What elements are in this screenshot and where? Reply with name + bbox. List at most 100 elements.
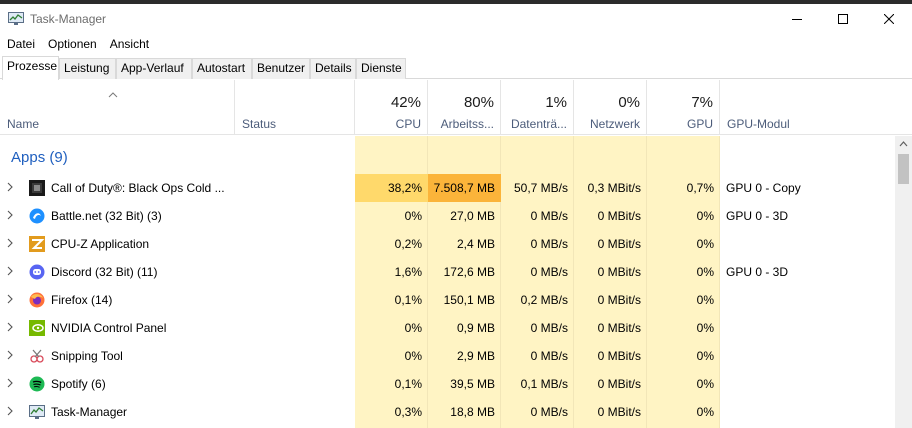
close-button[interactable] — [866, 8, 912, 30]
chevron-right-icon[interactable] — [7, 238, 13, 248]
header-network-label: Netzwerk — [589, 117, 640, 131]
chevron-right-icon[interactable] — [7, 406, 13, 416]
process-status — [235, 398, 355, 426]
nvidia-icon — [29, 320, 45, 336]
header-memory-percent: 80% — [463, 94, 494, 111]
header-gpu-label: GPU — [686, 117, 713, 131]
header-cpu-percent: 42% — [390, 94, 421, 111]
tab-details[interactable]: Details — [310, 58, 356, 79]
chevron-right-icon[interactable] — [7, 182, 13, 192]
process-memory: 2,4 MB — [456, 237, 495, 251]
header-disk[interactable]: 1% Datenträ... — [501, 80, 574, 135]
header-cpu[interactable]: 42% CPU — [355, 80, 428, 135]
process-memory: 39,5 MB — [450, 377, 495, 391]
menu-ansicht[interactable]: Ansicht — [103, 35, 155, 53]
tab-autostart[interactable]: Autostart — [192, 58, 252, 79]
process-status — [235, 286, 355, 314]
process-gpu-engine: GPU 0 - Copy — [726, 181, 801, 195]
chevron-right-icon[interactable] — [7, 266, 13, 276]
chevron-right-icon[interactable] — [7, 350, 13, 360]
header-cpu-label: CPU — [395, 117, 421, 131]
table-row[interactable]: Firefox (14) 0,1% 150,1 MB 0,2 MB/s 0 MBit/s… — [0, 286, 895, 314]
process-status — [235, 174, 355, 202]
process-name: Spotify (6) — [51, 377, 106, 391]
process-disk: 0 MB/s — [530, 265, 568, 279]
header-gpu-engine[interactable]: GPU-Modul — [720, 80, 895, 135]
table-row[interactable]: Snipping Tool 0% 2,9 MB 0 MB/s 0 MBit/s 0% — [0, 342, 895, 370]
process-cpu: 0,3% — [394, 405, 422, 419]
menu-optionen[interactable]: Optionen — [41, 35, 103, 53]
chevron-right-icon[interactable] — [7, 294, 13, 304]
process-disk: 0,1 MB/s — [520, 377, 568, 391]
process-network: 0 MBit/s — [597, 321, 641, 335]
process-name: NVIDIA Control Panel — [51, 321, 167, 335]
header-status[interactable]: Status — [235, 80, 355, 135]
firefox-icon — [29, 292, 45, 308]
process-disk: 50,7 MB/s — [513, 181, 568, 195]
snipping-tool-icon — [29, 348, 45, 364]
process-cpu: 0,2% — [394, 237, 422, 251]
taskmanager-icon — [29, 404, 45, 420]
table-row[interactable]: NVIDIA Control Panel 0% 0,9 MB 0 MB/s 0 MBit… — [0, 314, 895, 342]
process-status — [235, 202, 355, 230]
cpuz-icon — [29, 236, 45, 252]
table-row[interactable]: Call of Duty®: Black Ops Cold ... 38,2% 7.… — [0, 174, 895, 202]
chevron-right-icon[interactable] — [7, 378, 13, 388]
chevron-right-icon[interactable] — [7, 322, 13, 332]
process-network: 0 MBit/s — [597, 209, 641, 223]
process-name: Call of Duty®: Black Ops Cold ... — [51, 181, 225, 195]
process-memory: 18,8 MB — [450, 405, 495, 419]
process-status — [235, 370, 355, 398]
spotify-icon — [29, 376, 45, 392]
menu-bar: Datei Optionen Ansicht — [0, 35, 155, 53]
header-network[interactable]: 0% Netzwerk — [574, 80, 647, 135]
process-disk: 0 MB/s — [530, 321, 568, 335]
vertical-scrollbar[interactable] — [895, 136, 912, 428]
close-icon — [884, 14, 894, 24]
header-memory[interactable]: 80% Arbeitss... — [428, 80, 501, 135]
process-network: 0 MBit/s — [597, 293, 641, 307]
table-row[interactable]: Discord (32 Bit) (11) 1,6% 172,6 MB 0 MB/s 0… — [0, 258, 895, 286]
process-disk: 0 MB/s — [530, 405, 568, 419]
maximize-icon — [838, 14, 848, 24]
process-gpu-engine: GPU 0 - 3D — [726, 265, 789, 279]
tab-leistung[interactable]: Leistung — [59, 58, 116, 79]
chevron-right-icon[interactable] — [7, 210, 13, 220]
scroll-up-icon[interactable] — [899, 141, 908, 147]
tab-dienste[interactable]: Dienste — [356, 58, 406, 79]
minimize-button[interactable] — [774, 8, 820, 30]
maximize-button[interactable] — [820, 8, 866, 30]
table-row[interactable]: Task-Manager 0,3% 18,8 MB 0 MB/s 0 MBit/s 0% — [0, 398, 895, 426]
header-memory-label: Arbeitss... — [440, 117, 494, 131]
process-gpu: 0% — [696, 293, 714, 307]
process-gpu: 0% — [696, 349, 714, 363]
process-gpu: 0% — [696, 265, 714, 279]
title-bar[interactable]: Task-Manager — [0, 4, 912, 32]
process-cpu: 0% — [404, 349, 422, 363]
process-name: Battle.net (32 Bit) (3) — [51, 209, 162, 223]
tab-benutzer[interactable]: Benutzer — [252, 58, 310, 79]
process-disk: 0 MB/s — [530, 349, 568, 363]
process-disk: 0 MB/s — [530, 237, 568, 251]
tab-prozesse[interactable]: Prozesse — [2, 56, 59, 80]
process-status — [235, 342, 355, 370]
header-disk-percent: 1% — [545, 94, 567, 111]
process-name: Discord (32 Bit) (11) — [51, 265, 158, 279]
header-gpu[interactable]: 7% GPU — [647, 80, 720, 135]
header-name-label: Name — [7, 117, 40, 131]
tab-app-verlauf[interactable]: App-Verlauf — [116, 58, 192, 79]
process-memory: 0,9 MB — [456, 321, 495, 335]
table-row[interactable]: Battle.net (32 Bit) (3) 0% 27,0 MB 0 MB/s 0 … — [0, 202, 895, 230]
menu-datei[interactable]: Datei — [0, 35, 41, 53]
header-disk-label: Datenträ... — [510, 117, 567, 131]
header-name[interactable]: Name — [0, 80, 235, 135]
process-network: 0,3 MBit/s — [587, 181, 641, 195]
table-row[interactable]: CPU-Z Application 0,2% 2,4 MB 0 MB/s 0 MBit/… — [0, 230, 895, 258]
process-network: 0 MBit/s — [597, 349, 641, 363]
process-memory: 27,0 MB — [450, 209, 495, 223]
process-gpu-engine: GPU 0 - 3D — [726, 209, 789, 223]
column-header: Name Status 42% CPU 80% Arbeitss... 1% D… — [0, 80, 912, 135]
scroll-thumb[interactable] — [898, 154, 909, 184]
table-row[interactable]: Spotify (6) 0,1% 39,5 MB 0,1 MB/s 0 MBit/s 0% — [0, 370, 895, 398]
process-cpu: 0% — [404, 209, 422, 223]
